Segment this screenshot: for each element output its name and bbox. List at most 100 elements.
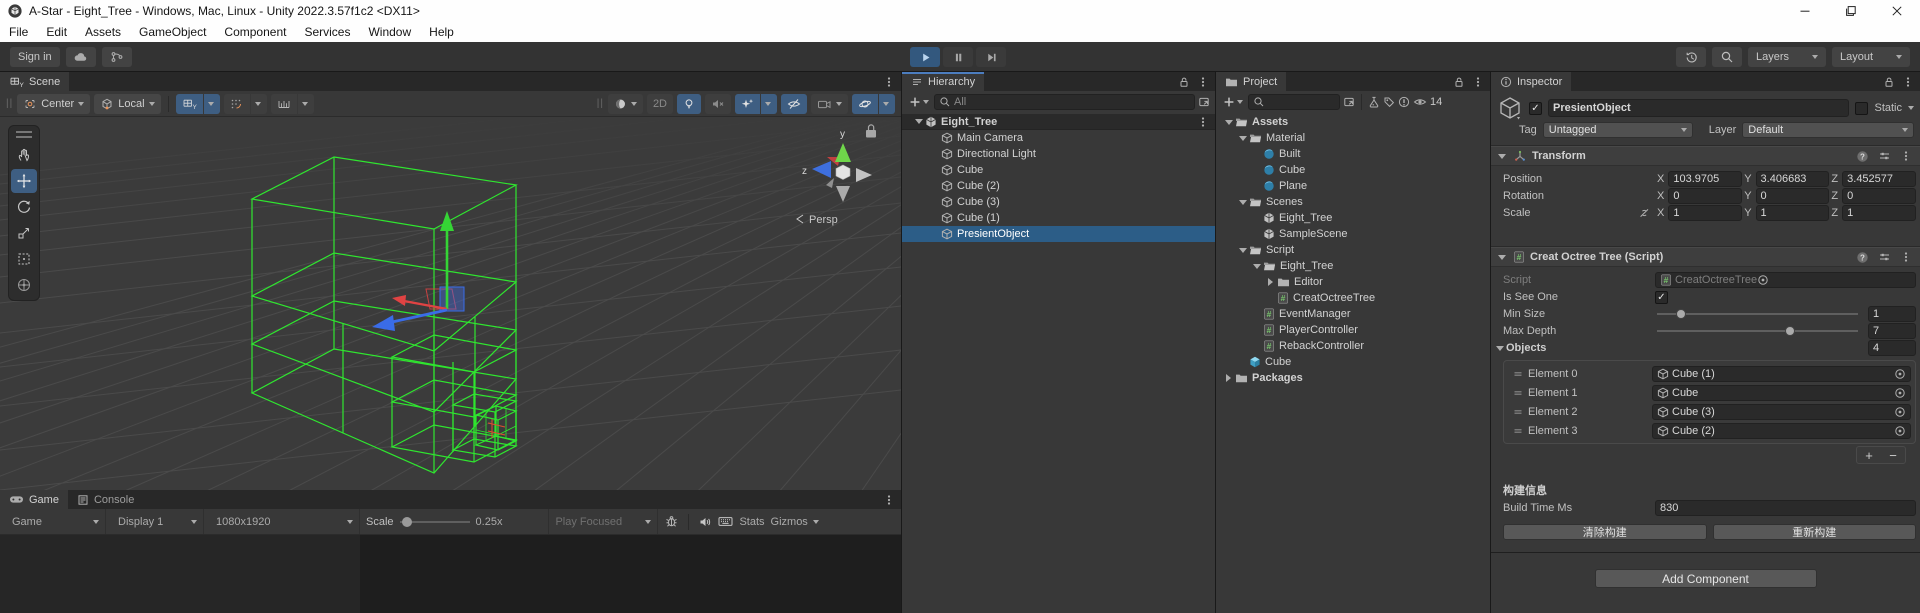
project-item-eight-tree[interactable]: Eight_Tree — [1216, 210, 1490, 226]
transform-tool-button[interactable] — [11, 273, 37, 297]
tag-dropdown[interactable]: Untagged — [1543, 122, 1693, 138]
game-viewport[interactable] — [0, 535, 901, 613]
presets-icon[interactable] — [1878, 150, 1891, 162]
foldout-arrow[interactable] — [1222, 370, 1235, 386]
static-dropdown[interactable] — [1908, 106, 1914, 110]
add-component-button[interactable]: Add Component — [1595, 569, 1817, 588]
project-item-plane[interactable]: Plane — [1216, 178, 1490, 194]
project-item-editor[interactable]: Editor — [1216, 274, 1490, 290]
project-item-playercontroller[interactable]: #PlayerController — [1216, 322, 1490, 338]
orientation-button[interactable]: Local — [94, 94, 160, 114]
tools-drag-handle[interactable] — [16, 131, 32, 138]
rotation-y-field[interactable]: 0 — [1756, 188, 1830, 204]
hierarchy-item-cube-1[interactable]: Cube (1) — [902, 210, 1215, 226]
hierarchy-item-presientobject[interactable]: PresientObject — [902, 226, 1215, 242]
tab-game[interactable]: Game — [0, 490, 68, 509]
move-tool-button[interactable] — [11, 169, 37, 193]
component-menu-icon[interactable] — [1900, 150, 1912, 162]
project-item-eventmanager[interactable]: #EventManager — [1216, 306, 1490, 322]
drag-handle-icon[interactable] — [1508, 368, 1528, 380]
layer-dropdown[interactable]: Default — [1742, 122, 1914, 138]
rotation-z-field[interactable]: 0 — [1842, 188, 1916, 204]
project-item-packages[interactable]: Packages — [1216, 370, 1490, 386]
active-checkbox[interactable]: ✓ — [1529, 102, 1542, 115]
display-dropdown[interactable]: Display 1 — [112, 509, 204, 534]
foldout-arrow[interactable] — [912, 114, 925, 130]
element-2-object-field[interactable]: Cube (3) — [1652, 404, 1911, 420]
drag-handle-icon[interactable] — [1508, 425, 1528, 437]
panel-menu-icon[interactable] — [1197, 76, 1209, 88]
element-1-object-field[interactable]: Cube — [1652, 385, 1911, 401]
search-by-type-icon[interactable] — [1198, 96, 1210, 108]
project-item-assets[interactable]: Assets — [1216, 114, 1490, 130]
project-item-creatoctreetree[interactable]: #CreatOctreeTree — [1216, 290, 1490, 306]
project-item-samplescene[interactable]: SampleScene — [1216, 226, 1490, 242]
project-search-input[interactable] — [1248, 94, 1340, 110]
hierarchy-item-cube[interactable]: Cube — [902, 162, 1215, 178]
element-0-object-field[interactable]: Cube (1) — [1652, 366, 1911, 382]
hierarchy-item-main-camera[interactable]: Main Camera — [902, 130, 1215, 146]
create-add-button[interactable] — [907, 94, 931, 110]
tab-console[interactable]: Console — [68, 490, 143, 509]
foldout-arrow[interactable] — [1236, 242, 1249, 258]
audio-toggle-icon[interactable] — [698, 516, 712, 528]
scale-slider[interactable] — [400, 521, 470, 523]
hierarchy-item-cube-3[interactable]: Cube (3) — [902, 194, 1215, 210]
foldout-arrow[interactable] — [1493, 340, 1506, 356]
project-item-built[interactable]: Built — [1216, 146, 1490, 162]
game-view-mode-dropdown[interactable]: Game — [6, 509, 106, 534]
hidden-objects-button[interactable] — [781, 94, 807, 114]
panel-menu-icon[interactable] — [1902, 76, 1914, 88]
gizmos-dropdown[interactable]: Gizmos — [771, 516, 819, 528]
snap-increment-button[interactable] — [271, 94, 314, 114]
rect-tool-button[interactable] — [11, 247, 37, 271]
scale-tool-button[interactable] — [11, 221, 37, 245]
packages-filter-icon[interactable] — [1368, 96, 1380, 108]
create-add-button[interactable] — [1221, 94, 1245, 110]
gizmo-settings-button[interactable] — [852, 94, 895, 114]
project-item-rebackcontroller[interactable]: #RebackController — [1216, 338, 1490, 354]
max-depth-field[interactable]: 7 — [1868, 323, 1916, 339]
tab-inspector[interactable]: Inspector — [1491, 72, 1571, 91]
clear-build-button[interactable]: 清除构建 — [1503, 524, 1707, 540]
object-picker-icon[interactable] — [1894, 406, 1906, 418]
object-name-field[interactable]: PresientObject — [1548, 99, 1849, 117]
objects-size-field[interactable]: 4 — [1868, 340, 1916, 356]
build-time-field[interactable]: 830 — [1655, 500, 1916, 516]
menu-gameobject[interactable]: GameObject — [130, 22, 215, 42]
grid-snap-button[interactable] — [224, 94, 267, 114]
foldout-arrow[interactable] — [1222, 114, 1235, 130]
foldout-arrow[interactable] — [1236, 130, 1249, 146]
undo-history-button[interactable] — [1676, 47, 1706, 67]
version-control-button[interactable] — [102, 47, 132, 67]
audio-toggle-button[interactable] — [705, 94, 731, 114]
grid-visibility-button[interactable]: Y — [176, 94, 220, 114]
tab-scene[interactable]: Y Scene — [0, 72, 69, 91]
hierarchy-item-directional-light[interactable]: Directional Light — [902, 146, 1215, 162]
2d-toggle-button[interactable]: 2D — [647, 94, 673, 114]
stats-button[interactable]: Stats — [739, 516, 764, 528]
menu-assets[interactable]: Assets — [76, 22, 130, 42]
minimize-button[interactable] — [1782, 0, 1828, 22]
max-depth-slider[interactable] — [1657, 330, 1858, 332]
layout-dropdown[interactable]: Layout — [1832, 47, 1910, 67]
position-y-field[interactable]: 3.406683 — [1756, 171, 1830, 187]
scale-x-field[interactable]: 1 — [1668, 205, 1742, 221]
layers-dropdown[interactable]: Layers — [1748, 47, 1826, 67]
project-item-cube[interactable]: Cube — [1216, 162, 1490, 178]
script-object-field[interactable]: # CreatOctreeTree — [1655, 272, 1916, 288]
panel-menu-icon[interactable] — [883, 494, 895, 506]
scale-y-field[interactable]: 1 — [1756, 205, 1830, 221]
project-item-scenes[interactable]: Scenes — [1216, 194, 1490, 210]
menu-component[interactable]: Component — [215, 22, 295, 42]
debug-bug-icon[interactable] — [664, 515, 679, 528]
position-x-field[interactable]: 103.9705 — [1668, 171, 1742, 187]
remove-element-button[interactable]: − — [1881, 447, 1905, 463]
project-item-material[interactable]: Material — [1216, 130, 1490, 146]
object-picker-icon[interactable] — [1894, 368, 1906, 380]
drag-handle-icon[interactable] — [1508, 406, 1528, 418]
label-filter-icon[interactable] — [1383, 96, 1395, 108]
foldout-arrow[interactable] — [1264, 274, 1277, 290]
position-z-field[interactable]: 3.452577 — [1842, 171, 1916, 187]
hierarchy-item-eight-tree[interactable]: Eight_Tree — [902, 114, 1215, 130]
